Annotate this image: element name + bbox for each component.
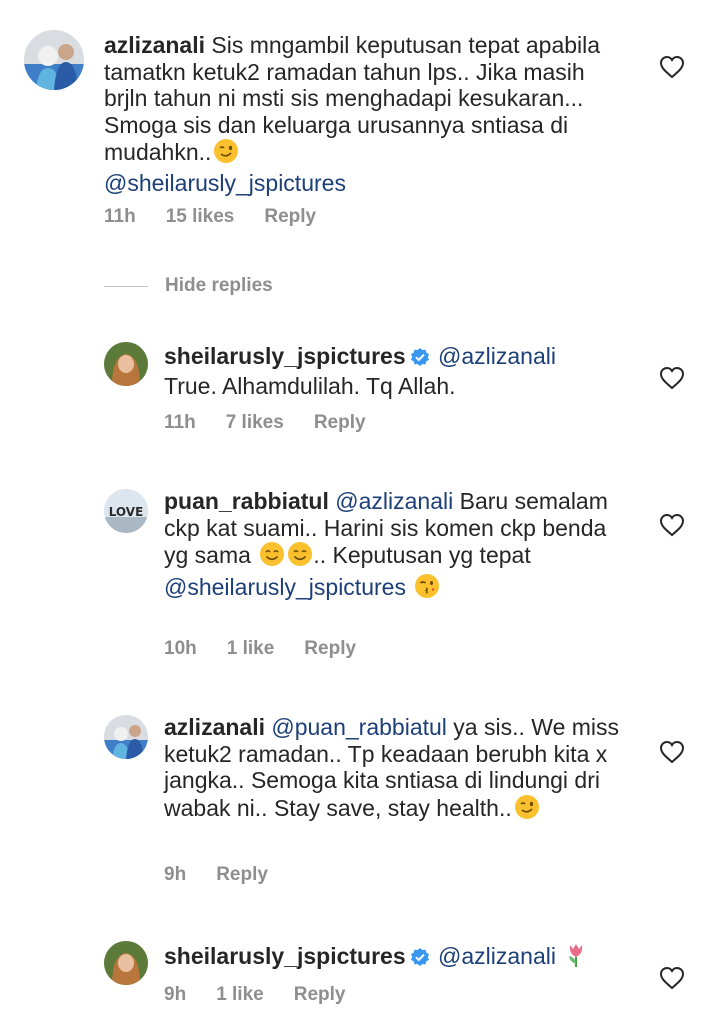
timestamp: 10h <box>164 638 197 659</box>
heart-icon[interactable] <box>659 513 685 542</box>
username[interactable]: azlizanali <box>104 32 205 58</box>
likes-count[interactable]: 7 likes <box>226 412 284 433</box>
mention-link[interactable]: @azlizanali <box>438 343 556 369</box>
avatar[interactable] <box>104 342 148 386</box>
hide-replies-button[interactable]: Hide replies <box>104 272 273 300</box>
smiling-face-icon <box>259 541 285 573</box>
comment-body: sheilarusly_jspictures @azlizanali <box>164 942 634 974</box>
winking-face-icon <box>514 794 540 826</box>
avatar[interactable]: LOVE <box>104 489 148 533</box>
timestamp: 11h <box>164 412 196 433</box>
avatar[interactable] <box>104 941 148 985</box>
smiling-face-icon <box>287 541 313 573</box>
heart-icon[interactable] <box>659 55 685 84</box>
mention-link[interactable]: @azlizanali <box>438 943 556 969</box>
kissing-face-icon <box>414 573 440 605</box>
timestamp: 11h <box>104 206 136 227</box>
comment-body: azlizanali @puan_rabbiatul ya sis.. We m… <box>164 714 634 825</box>
username[interactable]: sheilarusly_jspictures <box>164 343 406 369</box>
verified-badge-icon <box>410 946 430 973</box>
mention-link[interactable]: @puan_rabbiatul <box>271 714 447 740</box>
likes-count[interactable]: 1 like <box>216 984 264 1005</box>
avatar[interactable] <box>104 715 148 759</box>
comment-body: puan_rabbiatul @azlizanali Baru semalam … <box>164 488 634 604</box>
username[interactable]: puan_rabbiatul <box>164 488 329 514</box>
heart-icon[interactable] <box>659 740 685 769</box>
avatar[interactable] <box>24 30 84 90</box>
timestamp: 9h <box>164 984 187 1005</box>
comment-body: azlizanali Sis mngambil keputusan tepat … <box>104 32 624 196</box>
likes-count[interactable]: 1 like <box>227 638 275 659</box>
comment-meta: 9h 1 like Reply <box>164 984 375 1006</box>
hide-replies-label: Hide replies <box>165 275 273 296</box>
reply-button[interactable]: Reply <box>216 864 268 885</box>
tulip-icon <box>564 942 588 974</box>
comment-meta: 9h Reply <box>164 864 298 886</box>
winking-face-icon <box>213 138 239 170</box>
svg-text:LOVE: LOVE <box>109 505 144 519</box>
likes-count[interactable]: 15 likes <box>166 206 235 227</box>
mention-link[interactable]: @sheilarusly_jspictures <box>164 574 406 600</box>
mention-link[interactable]: @azlizanali <box>335 488 453 514</box>
comment-body: sheilarusly_jspictures @azlizanali True. … <box>164 343 634 399</box>
reply-button[interactable]: Reply <box>264 206 316 227</box>
verified-badge-icon <box>410 346 430 373</box>
username[interactable]: azlizanali <box>164 714 265 740</box>
heart-icon[interactable] <box>659 966 685 995</box>
mention-link[interactable]: @sheilarusly_jspictures <box>104 170 346 196</box>
username[interactable]: sheilarusly_jspictures <box>164 943 406 969</box>
reply-button[interactable]: Reply <box>304 638 356 659</box>
divider <box>104 285 148 287</box>
comment-meta: 11h 7 likes Reply <box>164 412 396 434</box>
reply-button[interactable]: Reply <box>294 984 346 1005</box>
comment-text: True. Alhamdulilah. Tq Allah. <box>164 372 456 399</box>
comment-meta: 10h 1 like Reply <box>164 638 386 660</box>
reply-button[interactable]: Reply <box>314 412 366 433</box>
comment-meta: 11h 15 likes Reply <box>104 206 346 228</box>
heart-icon[interactable] <box>659 366 685 395</box>
comment-text-continued: .. Keputusan yg tepat <box>313 542 531 568</box>
timestamp: 9h <box>164 864 187 885</box>
